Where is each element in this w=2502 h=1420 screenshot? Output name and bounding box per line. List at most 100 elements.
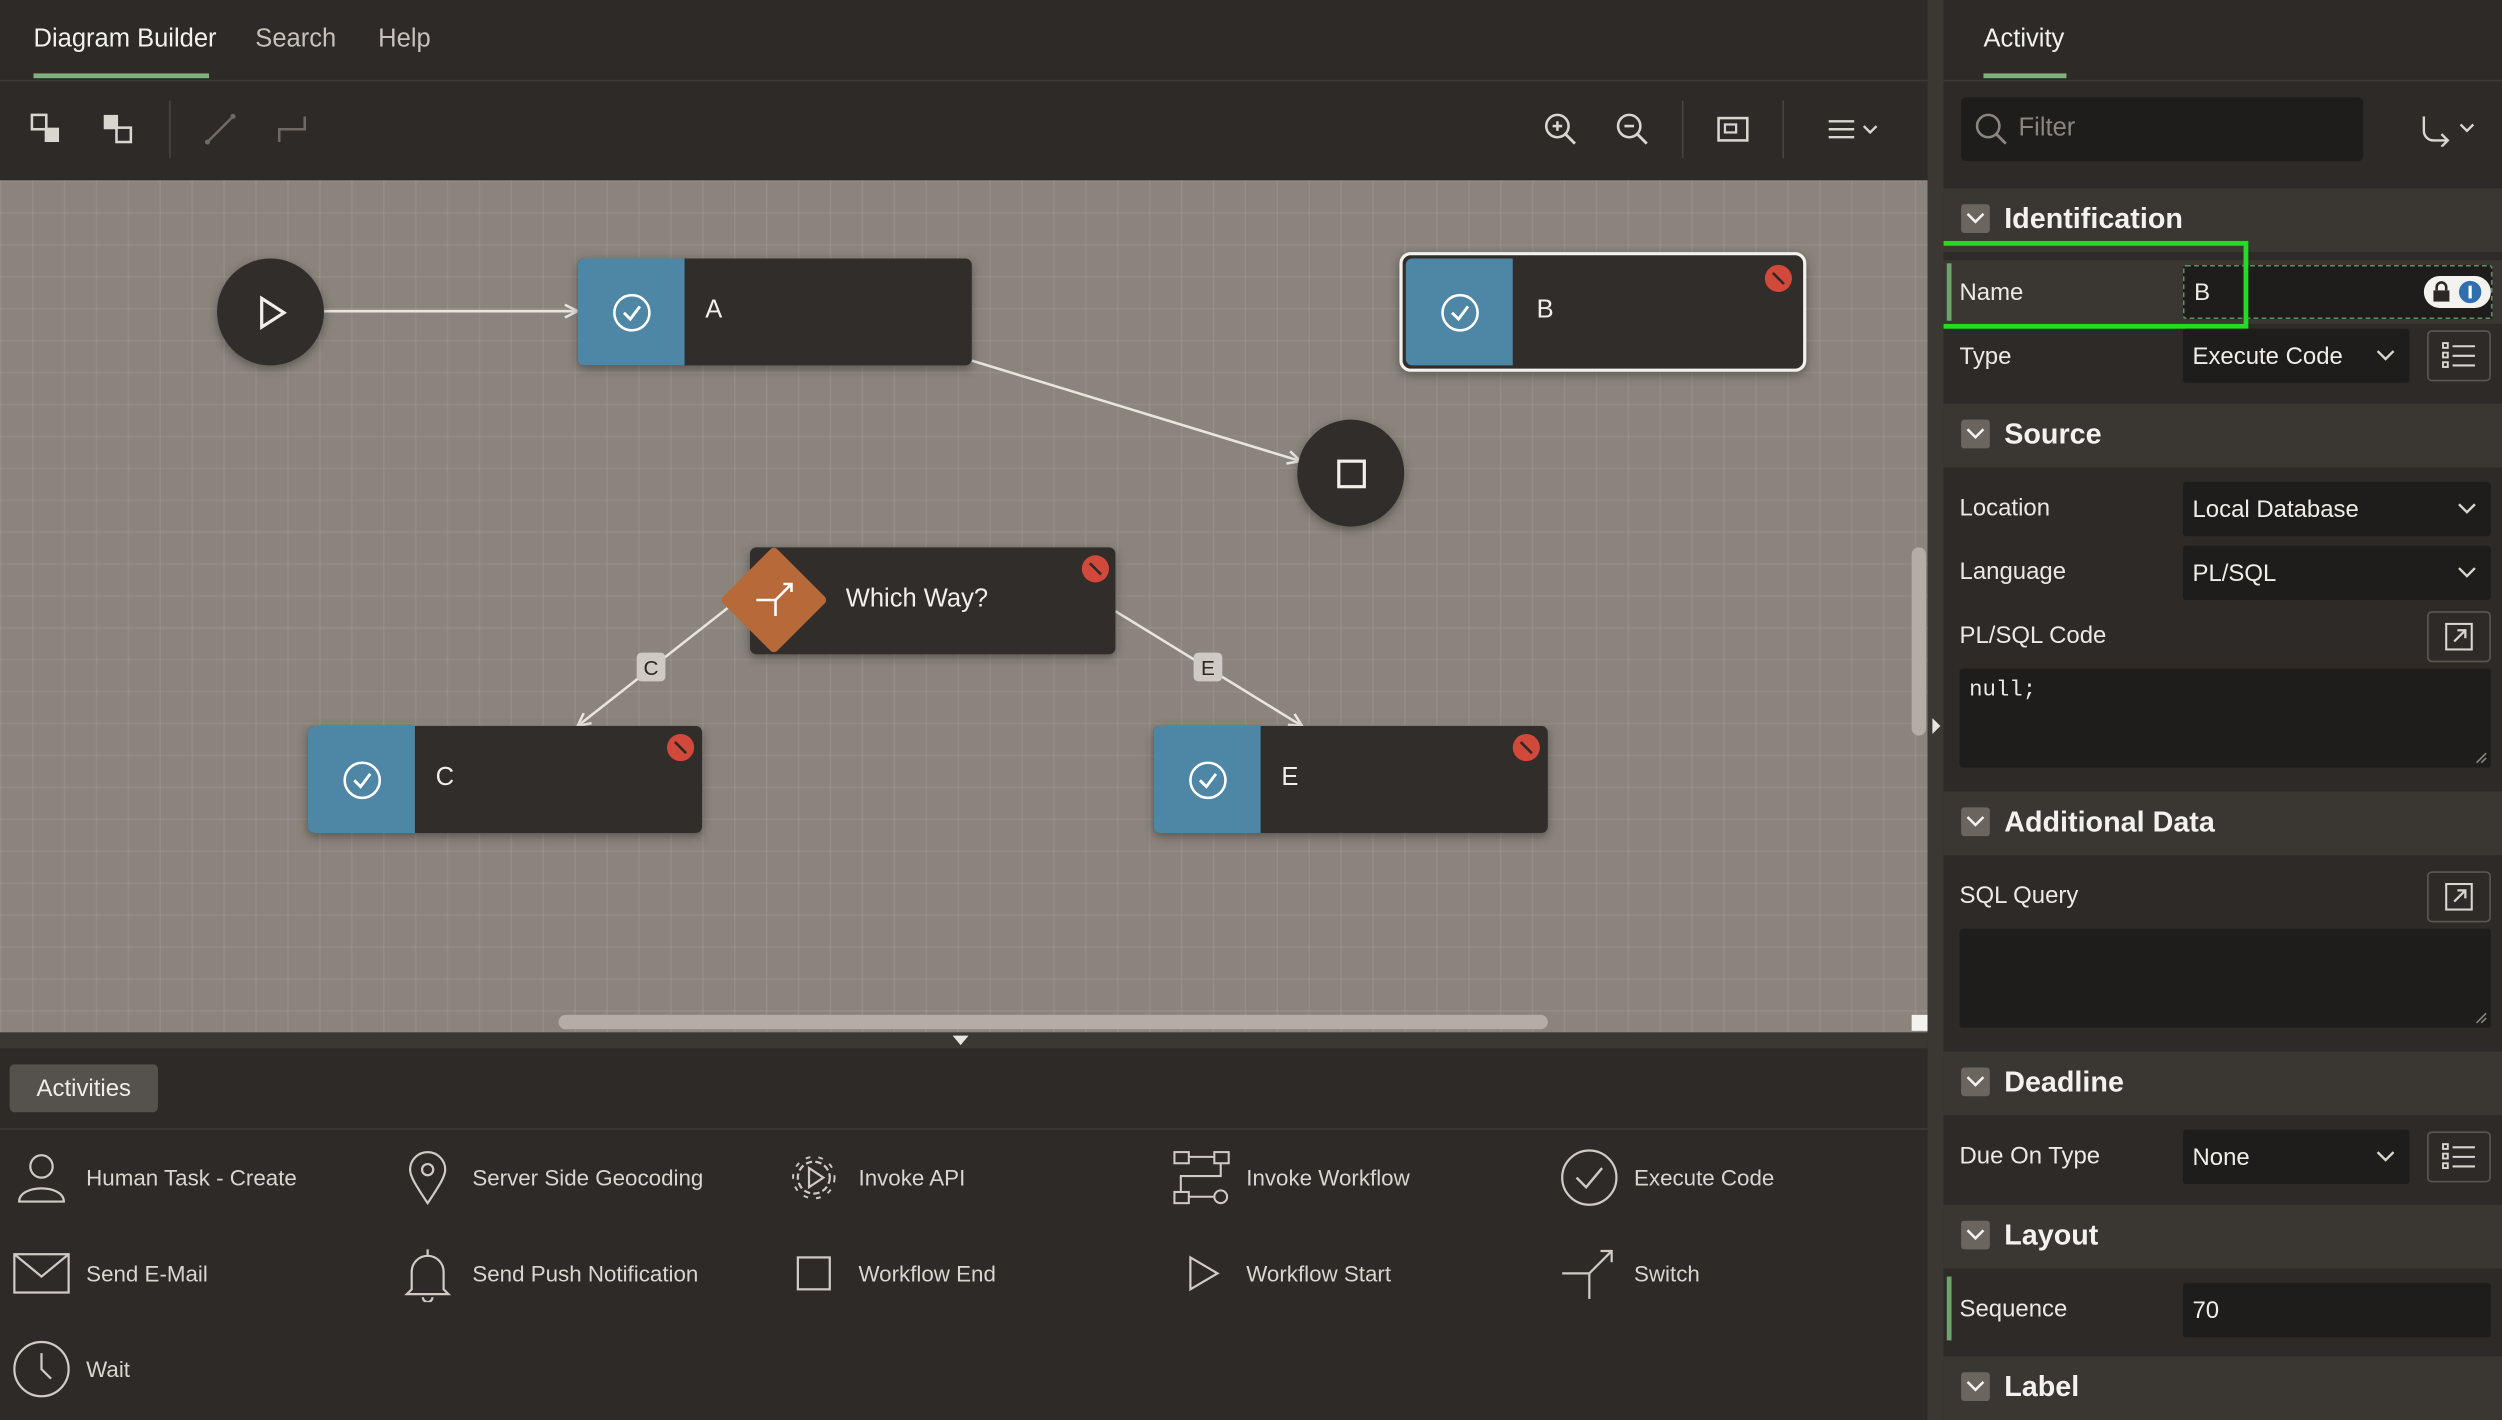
activity-node-a[interactable]: A: [577, 258, 972, 366]
zoom-in-icon[interactable]: [1535, 104, 1586, 155]
error-icon[interactable]: [1512, 734, 1540, 762]
expand-editor-icon: [2445, 882, 2473, 911]
location-select[interactable]: Local Database: [2182, 481, 2491, 537]
plsql-code-editor[interactable]: null;: [1959, 668, 2491, 768]
property-label: Type: [1959, 343, 2012, 371]
open-query-editor-button[interactable]: [2427, 871, 2491, 923]
panel-splitter-vertical[interactable]: [1927, 0, 1944, 1420]
collapse-icon[interactable]: [1961, 204, 1990, 233]
chevron-down-icon: [2458, 567, 2476, 578]
collapse-icon[interactable]: [1961, 807, 1990, 837]
expand-icon[interactable]: [21, 104, 72, 155]
palette-item-invoke-workflow[interactable]: Invoke Workflow: [1170, 1146, 1410, 1210]
section-label[interactable]: Label: [1943, 1356, 2502, 1420]
zoom-out-icon[interactable]: [1607, 104, 1658, 155]
palette-item-invoke-api[interactable]: Invoke API: [782, 1146, 965, 1210]
edge-label-e: E: [1193, 652, 1223, 682]
chevron-down-icon: [952, 1035, 969, 1046]
list-icon: [2442, 342, 2475, 368]
property-label: Due On Type: [1959, 1142, 2101, 1170]
fit-icon[interactable]: [1707, 104, 1758, 155]
toolbar-divider: [1681, 100, 1684, 158]
collapse-icon[interactable]: [1961, 1220, 1990, 1250]
tab-help[interactable]: Help: [378, 26, 431, 55]
list-of-values-button[interactable]: [2427, 1131, 2491, 1183]
diagram-toolbar: [0, 81, 1928, 178]
palette-item-workflow-start[interactable]: Workflow Start: [1170, 1241, 1391, 1305]
check-circle-icon: [612, 293, 650, 331]
straight-connector-icon[interactable]: [195, 104, 246, 155]
activity-label: E: [1281, 764, 1299, 792]
switch-icon: [756, 582, 793, 616]
lock-info-badge[interactable]: [2423, 276, 2491, 308]
go-to-group-icon[interactable]: [2419, 112, 2483, 147]
tab-divider: [1943, 79, 2502, 82]
open-code-editor-button[interactable]: [2427, 611, 2491, 663]
collapse-icon[interactable]: [1961, 1372, 1990, 1402]
active-tab-indicator: [33, 73, 210, 79]
tab-search[interactable]: Search: [255, 26, 336, 55]
bell-icon: [396, 1241, 460, 1305]
activities-palette: Activities Human Task - Create Server Si…: [0, 1048, 1928, 1420]
diagram-canvas[interactable]: A B Which Way? C E C E: [0, 180, 1928, 1033]
section-layout[interactable]: Layout: [1943, 1204, 2502, 1269]
list-of-values-button[interactable]: [2427, 330, 2491, 382]
elbow-connector-icon[interactable]: [266, 104, 317, 155]
tab-diagram-builder[interactable]: Diagram Builder: [34, 26, 217, 55]
activity-type-badge: [307, 726, 415, 833]
location-select-value: Local Database: [2192, 496, 2359, 524]
palette-item-geocoding[interactable]: Server Side Geocoding: [396, 1146, 703, 1210]
vertical-scrollbar[interactable]: [1911, 547, 1927, 736]
property-type: Type Execute Code: [1944, 324, 2502, 388]
check-circle-icon: [342, 760, 381, 799]
section-additional-data[interactable]: Additional Data: [1943, 791, 2502, 856]
tab-activity[interactable]: Activity: [1983, 26, 2064, 55]
activity-node-e[interactable]: E: [1153, 726, 1548, 833]
workflow-start-node[interactable]: [217, 258, 324, 366]
required-indicator: [1946, 1276, 1952, 1341]
palette-item-wait[interactable]: Wait: [10, 1337, 130, 1401]
section-deadline[interactable]: Deadline: [1943, 1051, 2502, 1116]
error-icon[interactable]: [1081, 555, 1110, 583]
menu-icon[interactable]: [1819, 104, 1889, 155]
sql-query-editor[interactable]: [1959, 928, 2491, 1028]
due-on-type-value: None: [2192, 1144, 2250, 1172]
resize-handle-icon[interactable]: [2475, 752, 2488, 765]
resize-handle-icon[interactable]: [2475, 1012, 2488, 1025]
palette-item-workflow-end[interactable]: Workflow End: [782, 1241, 996, 1305]
tab-activities[interactable]: Activities: [9, 1064, 158, 1113]
section-source[interactable]: Source: [1943, 403, 2502, 468]
list-icon: [2442, 1143, 2475, 1170]
due-on-type-select[interactable]: None: [2182, 1129, 2410, 1185]
activity-type-badge: [577, 258, 685, 366]
palette-item-human-task[interactable]: Human Task - Create: [10, 1146, 297, 1210]
diagram-builder-pane: Diagram Builder Search Help A B Which Wa…: [0, 0, 1928, 1420]
property-due-on-type: Due On Type None: [1944, 1123, 2502, 1187]
type-select[interactable]: Execute Code: [2182, 328, 2410, 383]
collapse-icon[interactable]: [93, 104, 144, 155]
error-icon[interactable]: [1764, 264, 1792, 293]
square-icon: [782, 1241, 846, 1305]
play-icon: [259, 294, 287, 330]
error-icon[interactable]: [667, 734, 695, 762]
resize-corner[interactable]: [1911, 1014, 1928, 1031]
panel-splitter-horizontal[interactable]: [0, 1032, 1928, 1049]
horizontal-scrollbar[interactable]: [558, 1014, 1548, 1030]
palette-item-execute-code[interactable]: Execute Code: [1557, 1146, 1774, 1210]
property-label: SQL Query: [1959, 882, 2079, 910]
workflow-end-node[interactable]: [1297, 419, 1405, 527]
sequence-input[interactable]: 70: [2182, 1282, 2491, 1338]
filter-input[interactable]: [2018, 97, 2338, 162]
language-select[interactable]: PL/SQL: [2182, 545, 2491, 600]
palette-item-push-notification[interactable]: Send Push Notification: [396, 1241, 698, 1305]
palette-item-switch[interactable]: Switch: [1557, 1241, 1700, 1305]
collapse-icon[interactable]: [1961, 419, 1990, 449]
filter-box: [1961, 97, 2364, 162]
activity-node-c[interactable]: C: [307, 726, 703, 833]
code-value: null;: [1969, 678, 2037, 704]
activity-node-b-selected[interactable]: B: [1399, 252, 1807, 372]
collapse-icon[interactable]: [1961, 1067, 1990, 1097]
palette-item-send-email[interactable]: Send E-Mail: [10, 1241, 208, 1305]
property-editor: Activity Identification Name B: [1943, 0, 2502, 1420]
palette-divider: [0, 1128, 1928, 1130]
